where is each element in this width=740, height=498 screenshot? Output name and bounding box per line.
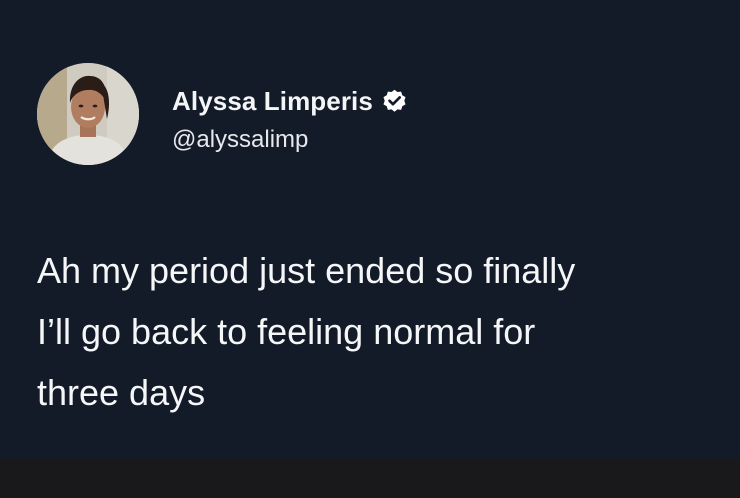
tweet-text-line: three days bbox=[37, 372, 206, 413]
tweet-text-line: Ah my period just ended so finally bbox=[37, 250, 576, 291]
verified-badge-icon bbox=[381, 88, 408, 115]
bottom-dark-band bbox=[0, 460, 740, 498]
author-name-row[interactable]: Alyssa Limperis bbox=[172, 86, 408, 117]
author-avatar[interactable] bbox=[37, 63, 139, 165]
tweet-card: Alyssa Limperis @alyssalimp Ah my period… bbox=[0, 0, 740, 460]
tweet-text-line: I’ll go back to feeling normal for bbox=[37, 311, 536, 352]
author-display-name[interactable]: Alyssa Limperis bbox=[172, 86, 373, 117]
avatar-photo-icon bbox=[37, 63, 139, 165]
tweet-text: Ah my period just ended so finally I’ll … bbox=[37, 240, 717, 423]
author-handle[interactable]: @alyssalimp bbox=[172, 126, 308, 154]
